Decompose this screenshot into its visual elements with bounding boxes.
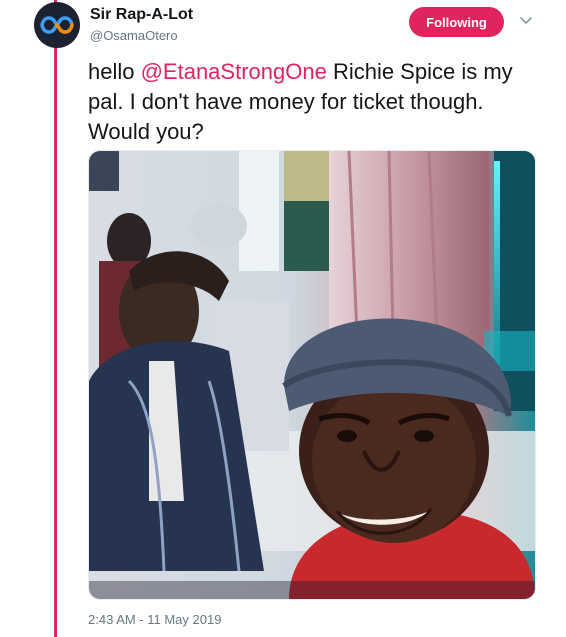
tweet-text-start: hello	[88, 59, 141, 84]
thread-line	[54, 0, 57, 637]
infinity-logo-icon	[40, 16, 74, 34]
mention-link[interactable]: @EtanaStrongOne	[141, 59, 327, 84]
avatar[interactable]	[34, 2, 80, 48]
timestamp[interactable]: 2:43 AM - 11 May 2019	[88, 612, 221, 627]
tweet-text: hello @EtanaStrongOne Richie Spice is my…	[88, 57, 538, 147]
following-button[interactable]: Following	[409, 7, 504, 37]
photo-image	[89, 151, 535, 599]
author-name[interactable]: Sir Rap-A-Lot	[90, 6, 193, 24]
author-handle[interactable]: @OsamaOtero	[90, 28, 178, 43]
tweet-photo[interactable]	[88, 150, 536, 600]
chevron-down-icon[interactable]	[519, 14, 533, 28]
